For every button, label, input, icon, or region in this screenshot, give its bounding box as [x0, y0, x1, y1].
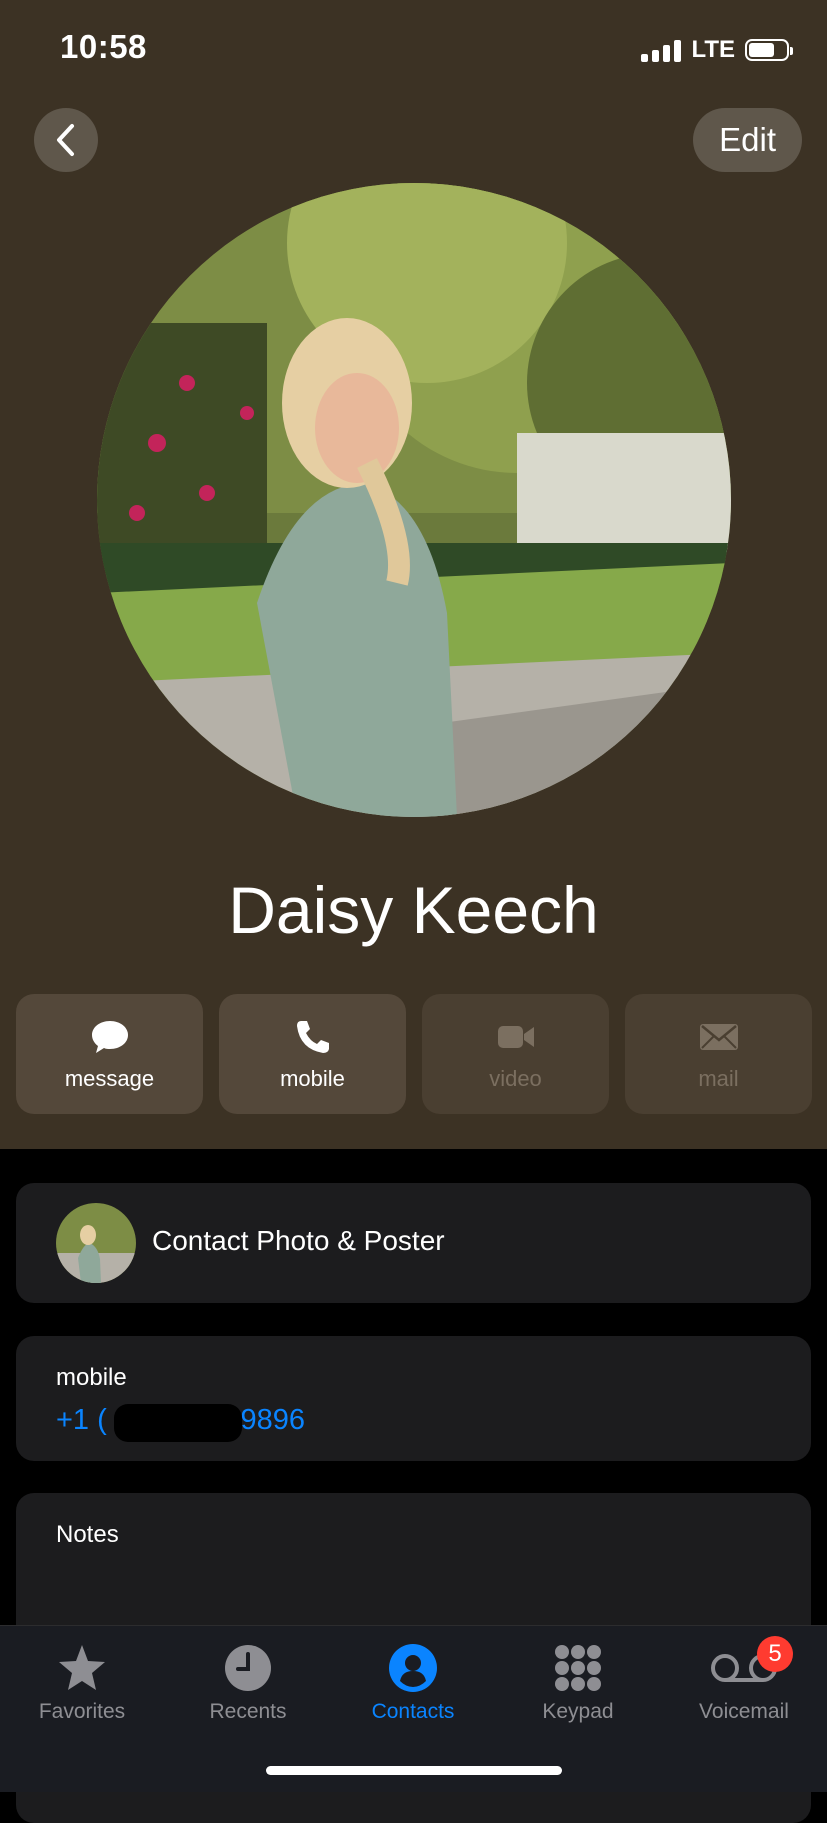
tab-label-voicemail: Voicemail — [699, 1700, 789, 1723]
status-time: 10:58 — [60, 28, 147, 65]
edit-button[interactable]: Edit — [693, 108, 802, 172]
network-label: LTE — [691, 36, 735, 63]
tab-voicemail[interactable]: Voicemail 5 — [679, 1636, 809, 1724]
notes-label: Notes — [56, 1521, 119, 1548]
tab-keypad[interactable]: Keypad — [513, 1642, 643, 1724]
video-label: video — [489, 1066, 542, 1091]
contact-photo[interactable] — [97, 183, 731, 817]
tab-contacts[interactable]: Contacts — [348, 1642, 478, 1724]
tab-label-recents: Recents — [209, 1700, 287, 1723]
contact-photo-poster-row[interactable]: Contact Photo & Poster — [16, 1183, 811, 1303]
tab-label-contacts: Contacts — [371, 1700, 455, 1723]
phone-type-label: mobile — [56, 1364, 127, 1391]
poster-label: Contact Photo & Poster — [152, 1225, 445, 1256]
tab-recents[interactable]: Recents — [183, 1642, 313, 1724]
call-mobile-button[interactable]: mobile — [219, 994, 406, 1114]
redaction-mark — [114, 1404, 242, 1442]
message-button[interactable]: message — [16, 994, 203, 1114]
home-indicator[interactable] — [266, 1766, 562, 1775]
phone-icon — [296, 1021, 329, 1053]
action-buttons: message mobile video mail — [16, 994, 812, 1114]
tab-label-favorites: Favorites — [38, 1700, 126, 1723]
tab-favorites[interactable]: Favorites — [17, 1642, 147, 1724]
video-icon — [497, 1026, 534, 1048]
star-icon — [59, 1645, 105, 1690]
clock-icon — [225, 1645, 271, 1691]
message-label: message — [64, 1066, 155, 1091]
person-circle-icon — [389, 1644, 437, 1692]
poster-thumbnail — [56, 1203, 136, 1283]
mail-button[interactable]: mail — [625, 994, 812, 1114]
keypad-icon — [555, 1645, 601, 1691]
chevron-left-icon — [57, 124, 74, 156]
tab-label-keypad: Keypad — [542, 1700, 614, 1723]
signal-icon — [641, 38, 682, 62]
back-button[interactable] — [34, 108, 98, 172]
video-button[interactable]: video — [422, 994, 609, 1114]
phone-number-prefix: +1 ( — [56, 1404, 107, 1436]
mail-label: mail — [698, 1066, 739, 1091]
envelope-icon — [699, 1024, 738, 1050]
status-indicators: LTE — [641, 36, 793, 64]
contact-header: 10:58 LTE Edit Daisy Keech message mobil… — [0, 0, 827, 1149]
battery-icon — [745, 39, 793, 61]
mobile-label: mobile — [280, 1066, 345, 1091]
voicemail-badge: 5 — [757, 1636, 793, 1672]
message-bubble-icon — [91, 1021, 128, 1053]
phone-number-card[interactable]: mobile +1 (-9896 — [16, 1336, 811, 1461]
contact-name: Daisy Keech — [228, 873, 599, 947]
